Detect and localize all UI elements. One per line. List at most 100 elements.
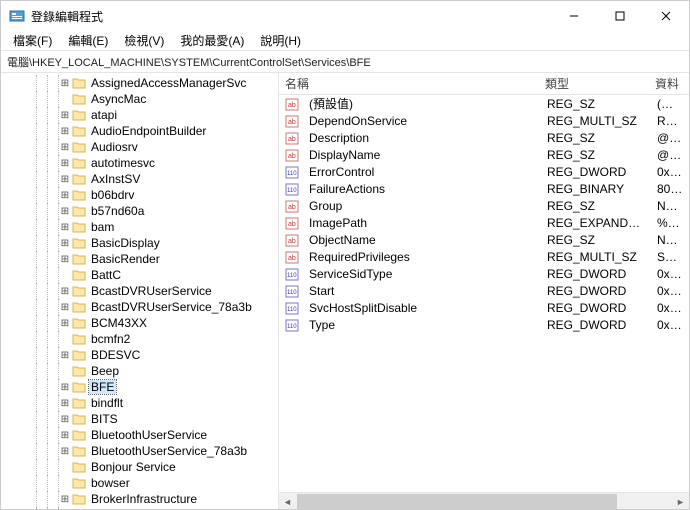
tree-item[interactable]: ⊞ AxInstSV xyxy=(1,171,278,187)
value-row[interactable]: 110ServiceSidTypeREG_DWORD0x00000 xyxy=(279,265,689,282)
tree-item[interactable]: ⊞BluetoothUserService_78a3b xyxy=(1,443,278,459)
svg-text:ab: ab xyxy=(288,204,296,211)
expand-toggle[interactable]: ⊞ xyxy=(59,238,71,249)
scroll-right-button[interactable]: ► xyxy=(672,493,689,509)
tree-item[interactable]: ⊞ BITS xyxy=(1,411,278,427)
value-row[interactable]: 110TypeREG_DWORD0x00000 xyxy=(279,316,689,333)
string-icon: ab xyxy=(285,233,299,247)
tree-item[interactable]: ⊞ AssignedAccessManagerSvc xyxy=(1,75,278,91)
value-row[interactable]: abRequiredPrivilegesREG_MULTI_SZSeAudit xyxy=(279,248,689,265)
expand-toggle[interactable]: ⊞ xyxy=(59,286,71,297)
expand-toggle[interactable]: ⊞ xyxy=(59,302,71,313)
binary-icon: 110 xyxy=(285,318,299,332)
tree-item[interactable]: ⊞ AudioEndpointBuilder xyxy=(1,123,278,139)
expand-toggle[interactable]: ⊞ xyxy=(59,318,71,329)
value-type: REG_MULTI_SZ xyxy=(541,114,651,128)
svg-text:ab: ab xyxy=(288,119,296,126)
tree-item[interactable]: ⊞BCM43XX xyxy=(1,315,278,331)
minimize-button[interactable] xyxy=(551,1,597,31)
tree-item[interactable]: bowser xyxy=(1,475,278,491)
value-row[interactable]: 110ErrorControlREG_DWORD0x00000 xyxy=(279,163,689,180)
value-data: 0x00000 xyxy=(651,267,689,281)
titlebar[interactable]: 登錄編輯程式 xyxy=(1,1,689,31)
value-row[interactable]: 110StartREG_DWORD0x00000 xyxy=(279,282,689,299)
binary-icon: 110 xyxy=(285,301,299,315)
value-name: FailureActions xyxy=(303,182,541,196)
tree-item[interactable]: ⊞BcastDVRUserService_78a3b xyxy=(1,299,278,315)
expand-toggle[interactable]: ⊞ xyxy=(59,158,71,169)
folder-icon xyxy=(72,301,86,313)
value-row[interactable]: 110FailureActionsREG_BINARY80 51 01 xyxy=(279,180,689,197)
expand-toggle[interactable]: ⊞ xyxy=(59,350,71,361)
tree-item[interactable]: ⊞autotimesvc xyxy=(1,155,278,171)
expand-toggle[interactable]: ⊞ xyxy=(59,430,71,441)
value-row[interactable]: abDescriptionREG_SZ@%Syst xyxy=(279,129,689,146)
expand-toggle[interactable]: ⊞ xyxy=(59,222,71,233)
tree-item[interactable]: bcmfn2 xyxy=(1,331,278,347)
tree-item[interactable]: AsyncMac xyxy=(1,91,278,107)
value-row[interactable]: abGroupREG_SZNetwork xyxy=(279,197,689,214)
column-type[interactable]: 類型 xyxy=(539,75,649,92)
menu-help[interactable]: 說明(H) xyxy=(252,30,309,51)
tree-item[interactable]: ⊞BasicDisplay xyxy=(1,235,278,251)
tree-item[interactable]: ⊞bam xyxy=(1,219,278,235)
menu-favorites[interactable]: 我的最愛(A) xyxy=(172,30,252,51)
string-icon: ab xyxy=(285,131,299,145)
expand-toggle[interactable]: ⊞ xyxy=(59,142,71,153)
expand-toggle[interactable]: ⊞ xyxy=(59,126,71,137)
value-row[interactable]: abImagePathREG_EXPAND_SZ%system xyxy=(279,214,689,231)
tree-item[interactable]: BattC xyxy=(1,267,278,283)
value-row[interactable]: abDisplayNameREG_SZ@%Syst xyxy=(279,146,689,163)
menu-edit[interactable]: 編輯(E) xyxy=(60,30,116,51)
tree-label: AudioEndpointBuilder xyxy=(89,124,208,138)
address-bar[interactable]: 電腦\HKEY_LOCAL_MACHINE\SYSTEM\CurrentCont… xyxy=(1,51,689,73)
value-row[interactable]: abDependOnServiceREG_MULTI_SZRpcSs xyxy=(279,112,689,129)
tree-item[interactable]: ⊞atapi xyxy=(1,107,278,123)
menu-file[interactable]: 檔案(F) xyxy=(5,30,60,51)
tree-pane[interactable]: ⊞AssignedAccessManagerSvcAsyncMac⊞atapi⊞… xyxy=(1,73,279,509)
tree-item[interactable]: ⊞ Audiosrv xyxy=(1,139,278,155)
column-name[interactable]: 名稱 xyxy=(279,75,539,92)
expand-toggle[interactable]: ⊞ xyxy=(59,398,71,409)
value-row[interactable]: abObjectNameREG_SZNT AUT xyxy=(279,231,689,248)
expand-toggle[interactable]: ⊞ xyxy=(59,174,71,185)
close-button[interactable] xyxy=(643,1,689,31)
folder-icon xyxy=(72,493,86,505)
value-name: SvcHostSplitDisable xyxy=(303,301,541,315)
tree-item[interactable]: ⊞BluetoothUserService xyxy=(1,427,278,443)
folder-icon xyxy=(72,93,86,105)
tree-label: Audiosrv xyxy=(89,140,140,154)
tree-item[interactable]: bScsiSDa xyxy=(1,507,278,509)
expand-toggle[interactable]: ⊞ xyxy=(59,110,71,121)
tree-item[interactable]: ⊞BFE xyxy=(1,379,278,395)
expand-toggle[interactable]: ⊞ xyxy=(59,190,71,201)
tree-item[interactable]: ⊞b57nd60a xyxy=(1,203,278,219)
string-icon: ab xyxy=(285,250,299,264)
expand-toggle[interactable]: ⊞ xyxy=(59,414,71,425)
value-row[interactable]: 110SvcHostSplitDisableREG_DWORD0x00000 xyxy=(279,299,689,316)
scroll-left-button[interactable]: ◄ xyxy=(279,493,296,509)
list-hscroll[interactable]: ◄ ► xyxy=(279,492,689,509)
tree-item[interactable]: ⊞BasicRender xyxy=(1,251,278,267)
tree-item[interactable]: Bonjour Service xyxy=(1,459,278,475)
expand-toggle[interactable]: ⊞ xyxy=(59,206,71,217)
column-data[interactable]: 資料 xyxy=(649,75,689,92)
tree-item[interactable]: ⊞bindflt xyxy=(1,395,278,411)
expand-toggle[interactable]: ⊞ xyxy=(59,446,71,457)
value-row[interactable]: ab(預設值)REG_SZ(數值未設 xyxy=(279,95,689,112)
expand-toggle[interactable]: ⊞ xyxy=(59,254,71,265)
tree-label: AxInstSV xyxy=(89,172,142,186)
tree-item[interactable]: ⊞BcastDVRUserService xyxy=(1,283,278,299)
tree-item[interactable]: Beep xyxy=(1,363,278,379)
expand-toggle[interactable]: ⊞ xyxy=(59,494,71,505)
tree-item[interactable]: ⊞b06bdrv xyxy=(1,187,278,203)
tree-item[interactable]: ⊞BDESVC xyxy=(1,347,278,363)
tree-label: AssignedAccessManagerSvc xyxy=(89,76,248,90)
expand-toggle[interactable]: ⊞ xyxy=(59,382,71,393)
value-name: Type xyxy=(303,318,541,332)
tree-label: BITS xyxy=(89,412,120,426)
menu-view[interactable]: 檢視(V) xyxy=(116,30,172,51)
maximize-button[interactable] xyxy=(597,1,643,31)
tree-item[interactable]: ⊞BrokerInfrastructure xyxy=(1,491,278,507)
expand-toggle[interactable]: ⊞ xyxy=(59,78,71,89)
